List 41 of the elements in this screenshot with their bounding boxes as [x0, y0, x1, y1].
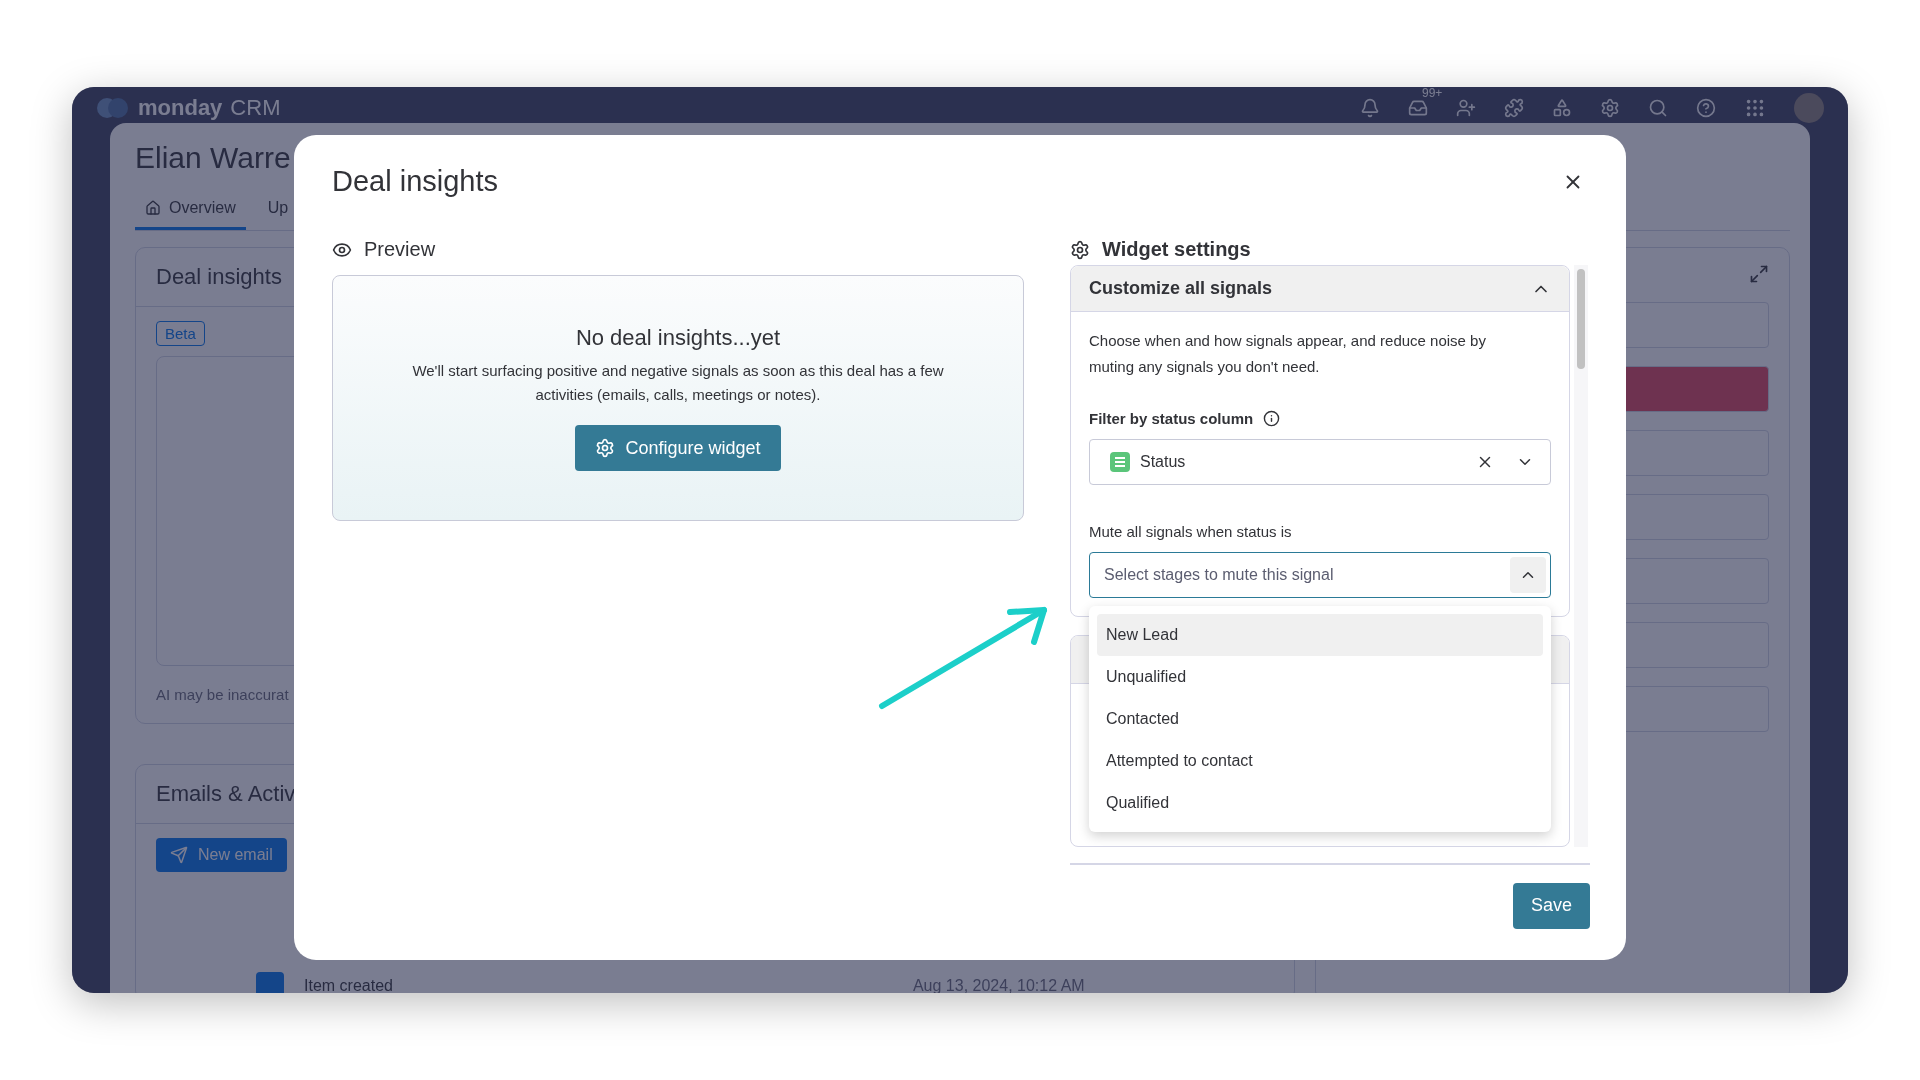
status-column-icon — [1110, 452, 1130, 472]
status-select[interactable]: Status — [1089, 439, 1551, 485]
field-label: Mute all signals when status is — [1089, 523, 1292, 540]
menu-item[interactable]: Contacted — [1097, 698, 1543, 740]
menu-item[interactable]: Unqualified — [1097, 656, 1543, 698]
field-label: Filter by status column — [1089, 410, 1254, 427]
shapes-icon[interactable] — [1552, 98, 1572, 118]
expand-icon[interactable] — [1749, 264, 1769, 284]
beta-badge: Beta — [156, 321, 205, 346]
gear-icon — [595, 438, 616, 458]
logo-text: monday — [138, 95, 223, 121]
modal-title: Deal insights — [332, 165, 499, 198]
settings-icon[interactable] — [1600, 98, 1620, 118]
notification-count: 99+ — [1422, 87, 1443, 100]
description-text: Choose when and how signals appear, and reduce noise by muting any signals you don't need. — [1089, 331, 1487, 377]
empty-text: We'll start surfacing positive and negative signals as soon as this deal has a few activities (emails, calls, meetings or notes). — [411, 361, 945, 405]
configure-widget-button[interactable]: Configure widget — [575, 425, 781, 471]
menu-item[interactable]: New Lead — [1097, 614, 1543, 656]
scrollbar[interactable] — [1574, 265, 1588, 847]
activity-icon — [256, 972, 284, 993]
empty-title: No deal insights...yet — [575, 325, 781, 351]
product-name: CRM — [230, 95, 281, 121]
info-icon[interactable] — [1263, 410, 1281, 427]
bell-icon[interactable] — [1360, 98, 1380, 118]
disclaimer-text: AI may be inaccurat — [156, 686, 289, 703]
puzzle-icon[interactable] — [1504, 98, 1524, 118]
logo-icon — [96, 97, 130, 119]
help-icon[interactable] — [1696, 98, 1716, 118]
apps-grid-icon[interactable] — [1744, 97, 1766, 119]
home-icon — [145, 200, 161, 216]
save-button[interactable]: Save — [1512, 882, 1590, 929]
activity-text: Item created — [304, 977, 393, 993]
search-icon[interactable] — [1648, 98, 1668, 118]
mute-select[interactable]: Select stages to mute this signal — [1089, 552, 1551, 598]
mute-stages-field[interactable]: Select stages to mute this signal — [1102, 565, 1510, 585]
invite-icon[interactable] — [1456, 98, 1476, 118]
settings-icon — [1070, 239, 1090, 260]
accordion-header[interactable]: Customize all signals — [1071, 266, 1569, 312]
item-title: Elian Warre — [135, 141, 291, 176]
inbox-icon[interactable] — [1408, 98, 1428, 118]
send-icon — [170, 846, 188, 864]
